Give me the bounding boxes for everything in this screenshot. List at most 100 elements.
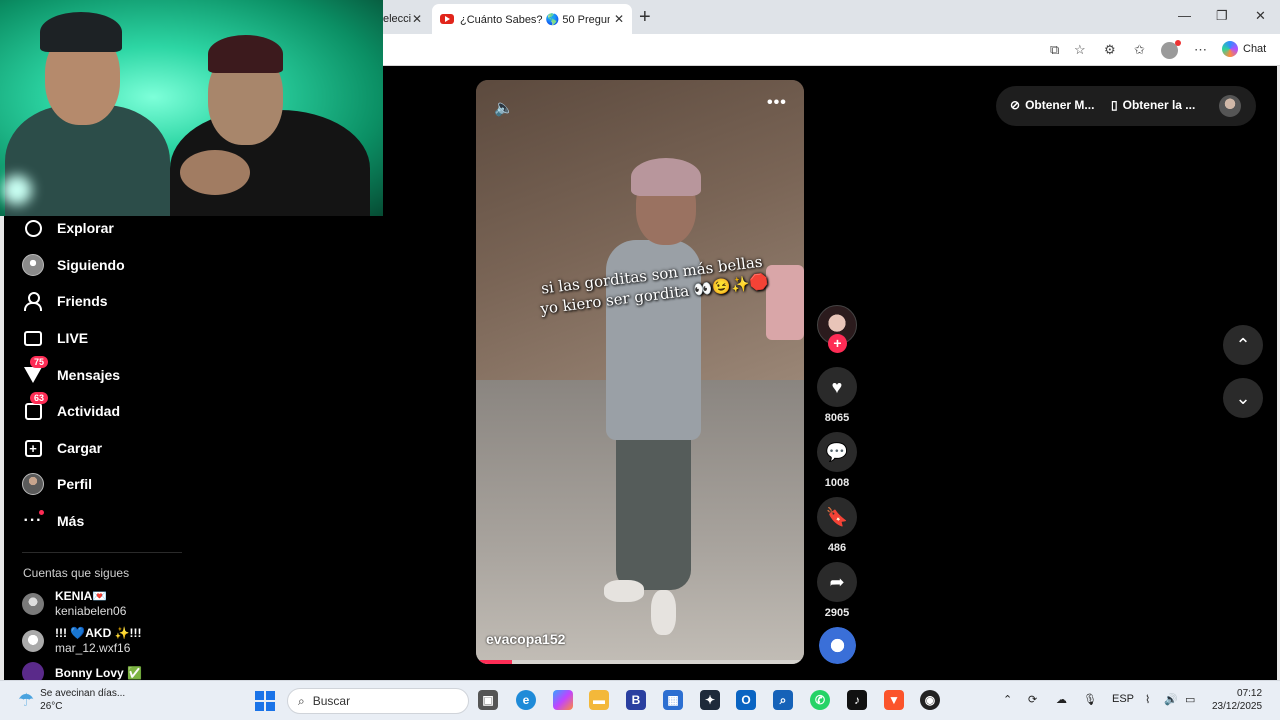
sidebar-item-explorar[interactable]: Explorar bbox=[22, 216, 114, 240]
tab-previous[interactable]: elecci ✕ bbox=[383, 4, 430, 34]
file-explorer-icon[interactable]: ▬ bbox=[589, 690, 609, 710]
sidebar-item-label: Friends bbox=[57, 293, 108, 309]
get-coins-button[interactable]: ⊘ Obtener M... bbox=[1010, 98, 1094, 112]
edge-icon[interactable]: e bbox=[516, 690, 536, 710]
search-app-icon[interactable]: ⌕ bbox=[773, 690, 793, 710]
music-disc-icon[interactable] bbox=[819, 627, 856, 664]
sidebar-item-live[interactable]: LIVE bbox=[22, 326, 88, 350]
search-placeholder: Buscar bbox=[312, 694, 351, 708]
account-handle: mar_12.wxf16 bbox=[55, 641, 131, 655]
sidebar-item-label: Mensajes bbox=[57, 367, 121, 383]
microphone-icon[interactable]: 🎙 bbox=[1083, 693, 1097, 706]
get-coins-label: Obtener M... bbox=[1025, 98, 1095, 112]
tab-close-icon[interactable]: ✕ bbox=[614, 12, 624, 26]
video-progress-fill bbox=[476, 660, 513, 664]
like-button[interactable]: ♥ bbox=[817, 367, 857, 407]
sidebar-item-perfil[interactable]: Perfil bbox=[22, 472, 92, 496]
sidebar-divider bbox=[22, 552, 182, 553]
get-app-button[interactable]: ▯ Obtener la ... bbox=[1111, 98, 1195, 112]
sidebar-item-label: Siguiendo bbox=[57, 257, 125, 273]
brave-icon[interactable]: ▼ bbox=[884, 690, 904, 710]
wifi-icon[interactable]: ⌇ bbox=[1145, 693, 1150, 706]
tab-title: elecci bbox=[383, 13, 412, 25]
account-display-name: Bonny Lovy ✅ bbox=[55, 665, 142, 680]
close-window-icon[interactable]: ✕ bbox=[1255, 8, 1266, 24]
clock-date: 23/12/2025 bbox=[1212, 701, 1263, 712]
obs-icon[interactable]: ◉ bbox=[920, 690, 940, 710]
share-count: 2905 bbox=[824, 607, 850, 619]
messages-badge: 75 bbox=[30, 356, 49, 368]
favorites-icon[interactable]: ✩ bbox=[1134, 42, 1145, 58]
account-avatar bbox=[22, 630, 44, 652]
sidebar-item-cargar[interactable]: + Cargar bbox=[22, 436, 102, 460]
system-clock[interactable]: 07:12 23/12/2025 bbox=[1212, 687, 1262, 713]
b-app-icon[interactable]: B bbox=[626, 690, 646, 710]
video-player[interactable]: si las gorditas son más bellas yo kiero … bbox=[476, 80, 804, 664]
send-icon: 75 bbox=[22, 356, 49, 386]
sidebar-item-mas[interactable]: ··· Más bbox=[22, 509, 84, 533]
volume-tray-icon[interactable]: 🔊 bbox=[1164, 693, 1178, 706]
chevron-up-icon: ⌃ bbox=[1235, 334, 1251, 355]
new-tab-icon[interactable]: + bbox=[639, 6, 651, 29]
language-indicator[interactable]: ESP bbox=[1112, 693, 1134, 705]
avatar-icon bbox=[22, 254, 44, 276]
volume-icon[interactable]: 🔈 bbox=[494, 98, 514, 118]
get-app-label: Obtener la ... bbox=[1122, 98, 1196, 112]
following-account[interactable]: !!! 💙AKD ✨!!! mar_12.wxf16 bbox=[22, 626, 142, 656]
copilot-chat-button[interactable]: Chat bbox=[1222, 41, 1266, 57]
sidebar-item-mensajes[interactable]: 75 Mensajes bbox=[22, 356, 121, 387]
inbox-icon: 63 bbox=[22, 392, 49, 422]
next-video-button[interactable]: ⌄ bbox=[1223, 378, 1263, 418]
outlook-icon[interactable]: O bbox=[736, 690, 756, 710]
weather-icon: ☂ bbox=[18, 689, 35, 710]
profile-avatar bbox=[22, 473, 44, 495]
extensions-icon[interactable]: ⚙ bbox=[1104, 42, 1116, 58]
share-button[interactable]: ➦ bbox=[817, 562, 857, 602]
previous-video-button[interactable]: ⌃ bbox=[1223, 325, 1263, 365]
task-view-icon[interactable]: ▣ bbox=[478, 690, 498, 710]
sync-icon[interactable]: ⟳ bbox=[1028, 693, 1037, 706]
video-progress-bar[interactable] bbox=[476, 660, 804, 664]
more-menu-icon[interactable]: ⋯ bbox=[1194, 42, 1207, 58]
sidebar-item-label: LIVE bbox=[57, 330, 89, 346]
save-button[interactable]: 🔖 bbox=[817, 497, 857, 537]
phone-icon: ▯ bbox=[1111, 98, 1118, 112]
taskbar-search[interactable]: ⌕ Buscar bbox=[287, 688, 469, 714]
video-author[interactable]: evacopa152 bbox=[486, 631, 565, 647]
account-display-name: KENIA💌 bbox=[55, 589, 108, 603]
weather-widget[interactable]: ☂ Se avecinan días... 26°C bbox=[18, 687, 125, 713]
following-account[interactable]: KENIA💌 keniabelen06 bbox=[22, 589, 126, 619]
restore-icon[interactable]: ❐ bbox=[1216, 8, 1228, 24]
profile-avatar[interactable] bbox=[1161, 40, 1181, 59]
open-app-icon[interactable]: ⧉ bbox=[1050, 42, 1059, 58]
whatsapp-icon[interactable]: ✆ bbox=[810, 690, 830, 710]
copilot-icon bbox=[1222, 41, 1238, 57]
dropbox-icon[interactable]: ✦ bbox=[700, 690, 720, 710]
tray-chevron-icon[interactable]: ⌃ bbox=[1003, 693, 1012, 706]
comment-button[interactable]: 💬 bbox=[817, 432, 857, 472]
cloud-icon[interactable]: ☁ bbox=[1056, 693, 1067, 706]
chevron-down-icon: ⌄ bbox=[1235, 387, 1251, 408]
sidebar-item-label: Explorar bbox=[57, 220, 114, 236]
battery-icon[interactable]: ▭ bbox=[1185, 693, 1195, 706]
tab-close-icon[interactable]: ✕ bbox=[412, 12, 422, 26]
weather-text: Se avecinan días... bbox=[40, 688, 126, 699]
activity-badge: 63 bbox=[30, 392, 49, 404]
account-display-name: !!! 💙AKD ✨!!! bbox=[55, 626, 142, 640]
minimize-icon[interactable]: — bbox=[1178, 8, 1191, 23]
copilot-taskbar-icon[interactable] bbox=[553, 690, 573, 710]
tiktok-icon[interactable]: ♪ bbox=[847, 690, 867, 710]
favorite-star-icon[interactable]: ☆ bbox=[1074, 42, 1086, 58]
follow-plus-icon[interactable]: + bbox=[828, 334, 847, 353]
tab-title: ¿Cuánto Sabes? 🌎 50 Preguntas bbox=[460, 13, 610, 26]
sidebar-item-actividad[interactable]: 63 Actividad bbox=[22, 392, 120, 423]
weather-temp: 26°C bbox=[40, 701, 63, 712]
sidebar-item-siguiendo[interactable]: Siguiendo bbox=[22, 253, 125, 277]
windows-start-icon[interactable] bbox=[255, 691, 275, 711]
search-icon: ⌕ bbox=[298, 693, 305, 708]
more-options-icon[interactable]: ••• bbox=[767, 94, 787, 112]
store-icon[interactable]: ▦ bbox=[663, 690, 683, 710]
tab-youtube[interactable]: ¿Cuánto Sabes? 🌎 50 Preguntas ✕ bbox=[432, 4, 632, 34]
sidebar-item-friends[interactable]: Friends bbox=[22, 289, 108, 313]
user-avatar[interactable] bbox=[1219, 95, 1241, 117]
